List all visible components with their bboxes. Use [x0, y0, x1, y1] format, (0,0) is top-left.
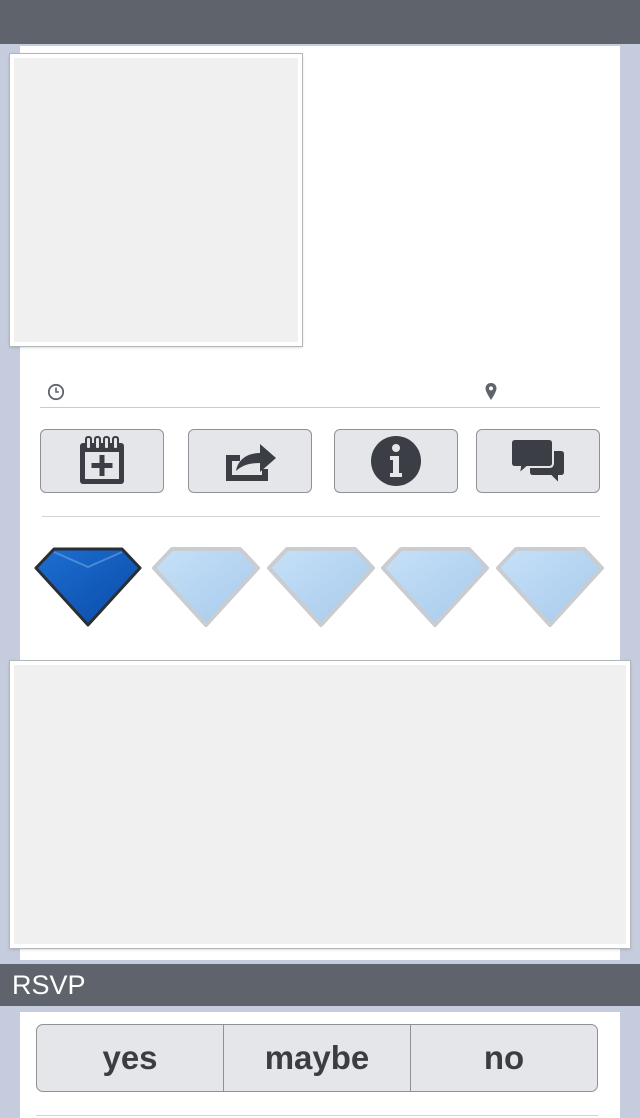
comments-icon — [510, 438, 566, 486]
rsvp-panel: yes maybe no — [20, 1012, 620, 1118]
rsvp-no-button[interactable]: no — [411, 1025, 597, 1091]
info-icon — [371, 436, 421, 486]
event-banner-image[interactable] — [10, 661, 630, 948]
add-to-calendar-icon — [80, 436, 124, 484]
add-to-calendar-button[interactable] — [40, 429, 164, 493]
diamond-icon-3[interactable] — [265, 545, 377, 629]
rsvp-header: RSVP — [0, 964, 640, 1006]
rsvp-segmented-control: yes maybe no — [36, 1024, 598, 1092]
rsvp-yes-button[interactable]: yes — [37, 1025, 224, 1091]
diamond-icon-1[interactable] — [32, 545, 144, 629]
map-pin-icon — [485, 383, 497, 400]
rsvp-maybe-button[interactable]: maybe — [224, 1025, 411, 1091]
info-button[interactable] — [334, 429, 458, 493]
share-button[interactable] — [188, 429, 312, 493]
comments-button[interactable] — [476, 429, 600, 493]
action-divider — [42, 516, 600, 517]
diamond-icon-5[interactable] — [494, 545, 606, 629]
event-thumbnail[interactable] — [10, 54, 302, 346]
share-icon — [226, 444, 276, 481]
diamond-icon-2[interactable] — [150, 545, 262, 629]
rsvp-divider — [36, 1115, 598, 1116]
rsvp-title: RSVP — [12, 970, 86, 1000]
clock-icon — [47, 383, 65, 401]
meta-divider — [40, 407, 600, 408]
diamond-icon-4[interactable] — [379, 545, 491, 629]
top-bar — [0, 0, 640, 44]
